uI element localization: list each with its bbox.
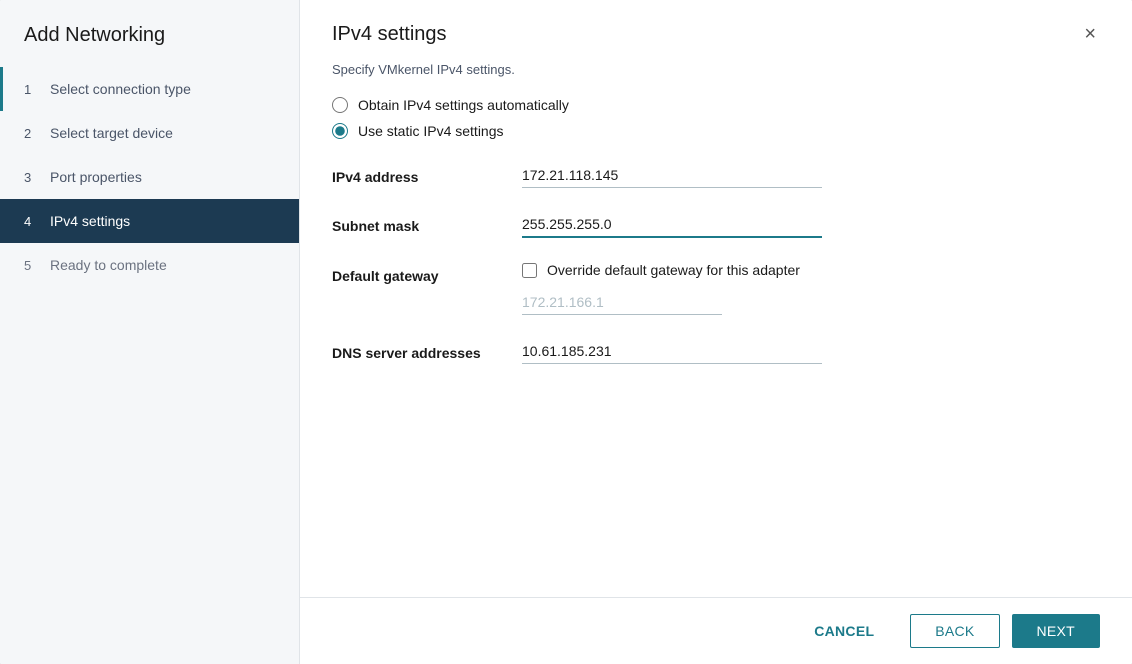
dns-server-label: DNS server addresses [332,339,522,361]
dns-server-row: DNS server addresses [332,339,1100,364]
step-label-3: Port properties [50,169,142,185]
dns-server-input[interactable] [522,339,822,364]
radio-static-text: Use static IPv4 settings [358,123,504,139]
back-button[interactable]: BACK [910,614,999,648]
radio-static[interactable] [332,123,348,139]
step-num-5: 5 [24,258,40,273]
step-num-3: 3 [24,170,40,185]
step-label-4: IPv4 settings [50,213,130,229]
dialog-body: Add Networking 1 Select connection type … [0,0,1132,664]
step-num-1: 1 [24,82,40,97]
main-header: IPv4 settings × [300,0,1132,46]
next-button[interactable]: NEXT [1012,614,1100,648]
ipv4-address-input[interactable] [522,163,822,188]
sidebar-step-4[interactable]: 4 IPv4 settings [0,199,299,243]
cancel-button[interactable]: CANCEL [790,615,898,647]
step-label-5: Ready to complete [50,257,167,273]
subnet-mask-row: Subnet mask [332,212,1100,238]
subnet-mask-input[interactable] [522,212,822,238]
gateway-checkbox-label: Override default gateway for this adapte… [547,262,800,278]
sidebar-step-3[interactable]: 3 Port properties [0,155,299,199]
default-gateway-field: Override default gateway for this adapte… [522,262,822,315]
default-gateway-label: Default gateway [332,262,522,284]
sidebar-step-1[interactable]: 1 Select connection type [0,67,299,111]
close-button[interactable]: × [1080,22,1100,46]
step-label-2: Select target device [50,125,173,141]
step-label-1: Select connection type [50,81,191,97]
radio-obtain-text: Obtain IPv4 settings automatically [358,97,569,113]
radio-obtain[interactable] [332,97,348,113]
step-num-2: 2 [24,126,40,141]
sidebar-steps: 1 Select connection type 2 Select target… [0,67,299,287]
dns-server-field [522,339,822,364]
gateway-input-wrapper [522,290,722,315]
subnet-mask-label: Subnet mask [332,212,522,234]
ipv4-address-field [522,163,822,188]
gateway-checkbox-row: Override default gateway for this adapte… [522,262,822,278]
sidebar-step-2[interactable]: 2 Select target device [0,111,299,155]
default-gateway-row: Default gateway Override default gateway… [332,262,1100,315]
sidebar-title: Add Networking [0,0,299,67]
sidebar: Add Networking 1 Select connection type … [0,0,300,664]
dialog-footer: CANCEL BACK NEXT [300,597,1132,664]
main-title: IPv4 settings [332,23,447,46]
gateway-override-checkbox[interactable] [522,263,537,278]
main-content: Specify VMkernel IPv4 settings. Obtain I… [300,46,1132,597]
radio-group: Obtain IPv4 settings automatically Use s… [332,97,1100,139]
sidebar-step-5[interactable]: 5 Ready to complete [0,243,299,287]
add-networking-dialog: Add Networking 1 Select connection type … [0,0,1132,664]
radio-obtain-label[interactable]: Obtain IPv4 settings automatically [332,97,1100,113]
radio-static-label[interactable]: Use static IPv4 settings [332,123,1100,139]
main-panel: IPv4 settings × Specify VMkernel IPv4 se… [300,0,1132,664]
subnet-mask-field [522,212,822,238]
gateway-input[interactable] [522,290,722,315]
form-section: IPv4 address Subnet mask D [332,163,1100,364]
ipv4-address-row: IPv4 address [332,163,1100,188]
step-num-4: 4 [24,214,40,229]
ipv4-address-label: IPv4 address [332,163,522,185]
subtitle: Specify VMkernel IPv4 settings. [332,62,1100,77]
